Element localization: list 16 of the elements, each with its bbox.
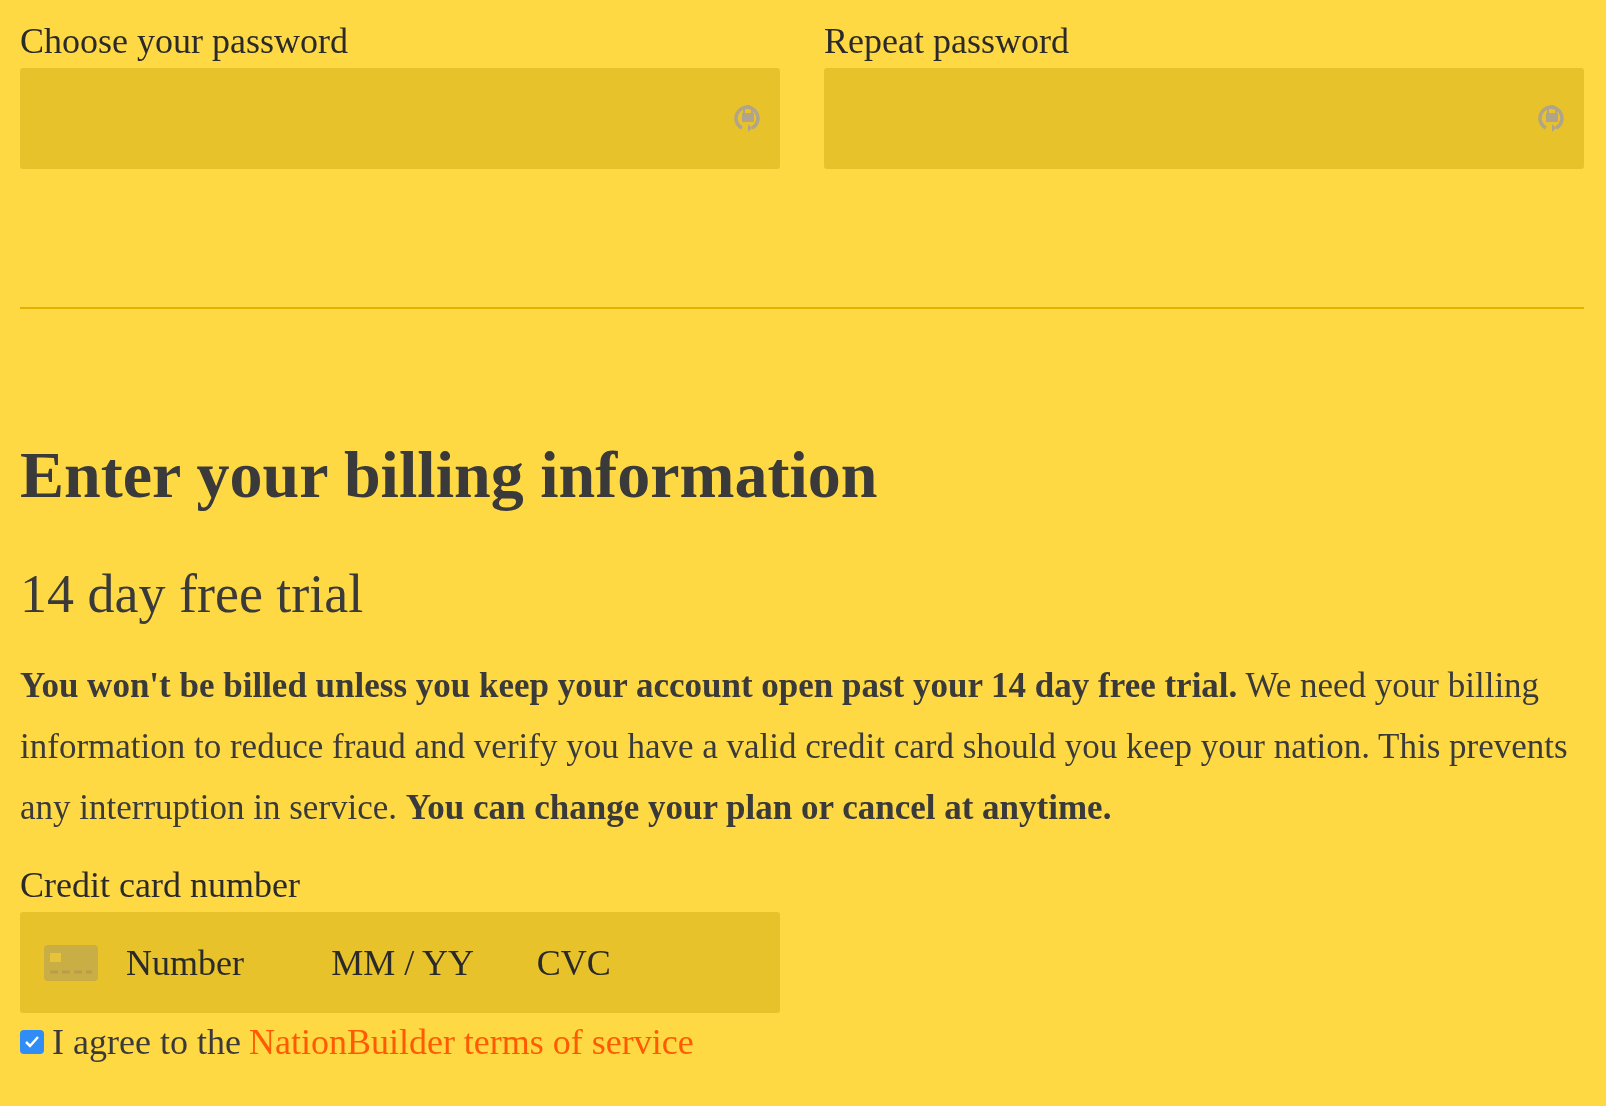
credit-card-field[interactable]: Number MM / YY CVC bbox=[20, 912, 780, 1013]
checkbox[interactable] bbox=[20, 1030, 44, 1054]
cvc-input[interactable]: CVC bbox=[534, 940, 740, 985]
credit-card-icon bbox=[44, 944, 98, 981]
expiry-input[interactable]: MM / YY bbox=[329, 940, 535, 985]
field-label: Choose your password bbox=[20, 20, 349, 62]
terms-link[interactable]: NationBuilder terms of service bbox=[248, 1021, 694, 1063]
password-field[interactable] bbox=[824, 68, 1584, 169]
field-label: Repeat password bbox=[824, 20, 1070, 62]
password-field[interactable] bbox=[20, 68, 780, 169]
card-number-input[interactable]: Number bbox=[124, 940, 330, 985]
subheading: 14 day free trial bbox=[20, 563, 365, 625]
field-label: Credit card number bbox=[20, 864, 301, 906]
section-heading: Enter your billing information bbox=[20, 437, 879, 513]
terms-text: I agree to the bbox=[52, 1021, 241, 1063]
billing-description: You won't be billed unless you keep your account open past your 14 day free trial. We need your billing information to reduce fraud and verify you have a valid credit card should you keep your nation. This prevents any interruption in service. You can change your plan or cancel at anytime. bbox=[20, 665, 1569, 829]
